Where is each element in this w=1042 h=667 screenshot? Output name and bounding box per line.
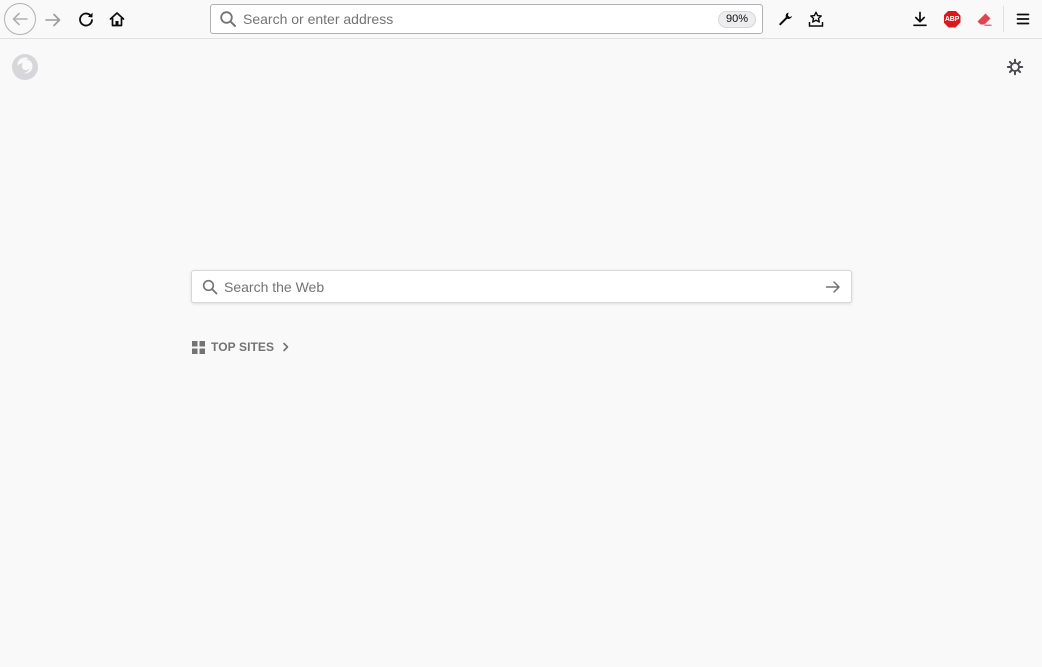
newtab-settings-button[interactable] xyxy=(1006,58,1024,76)
adblock-plus-button[interactable]: ABP xyxy=(941,8,963,30)
reload-button[interactable] xyxy=(75,8,97,30)
forward-button[interactable] xyxy=(42,9,64,31)
home-icon xyxy=(109,12,125,27)
search-icon xyxy=(220,11,236,27)
library-button[interactable] xyxy=(805,8,827,30)
zoom-level-badge[interactable]: 90% xyxy=(717,10,756,28)
star-inbox-icon xyxy=(808,11,824,27)
hamburger-menu-icon xyxy=(1016,13,1030,25)
top-sites-header[interactable]: TOP SITES xyxy=(192,339,290,355)
forward-arrow-icon xyxy=(45,13,61,27)
wrench-icon xyxy=(779,12,792,26)
adblock-plus-icon: ABP xyxy=(943,10,961,28)
address-input[interactable] xyxy=(243,6,718,32)
eraser-extension-button[interactable] xyxy=(973,8,995,30)
firefox-logo-icon xyxy=(11,53,39,81)
navigation-toolbar: 90% ABP xyxy=(0,0,1042,39)
address-bar[interactable]: 90% xyxy=(210,4,763,34)
reload-icon xyxy=(79,12,93,27)
downloads-button[interactable] xyxy=(909,8,931,30)
web-search-input[interactable] xyxy=(224,272,821,301)
developer-tools-button[interactable] xyxy=(774,8,796,30)
chevron-right-icon xyxy=(283,342,289,352)
top-sites-grid-icon xyxy=(192,340,205,354)
back-arrow-icon xyxy=(12,12,28,26)
toolbar-separator xyxy=(1003,6,1004,32)
web-search-box[interactable] xyxy=(191,270,852,303)
back-button[interactable] xyxy=(4,3,36,35)
search-icon xyxy=(202,279,218,294)
gear-icon xyxy=(1006,58,1024,76)
open-menu-button[interactable] xyxy=(1012,8,1034,30)
search-submit-button[interactable] xyxy=(821,275,845,299)
eraser-icon xyxy=(977,13,992,26)
top-sites-label: TOP SITES xyxy=(211,340,275,354)
arrow-right-icon xyxy=(825,280,840,293)
download-icon xyxy=(913,11,927,27)
home-button[interactable] xyxy=(106,8,128,30)
